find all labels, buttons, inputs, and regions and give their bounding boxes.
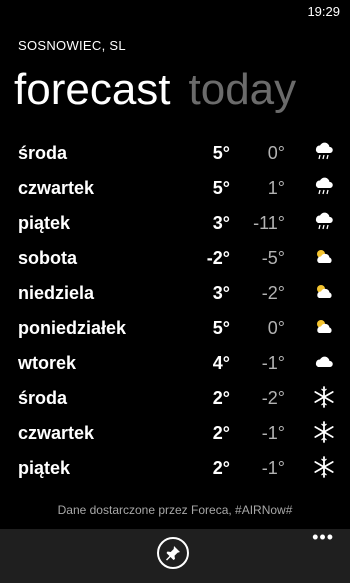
partly-cloudy-icon [317, 285, 332, 298]
rain-cloud-icon [315, 177, 333, 195]
forecast-list: środa 5° 0° czwartek 5° 1° piątek 3° -11… [0, 137, 350, 487]
day-label: sobota [18, 248, 78, 268]
day-label: środa [18, 143, 68, 163]
forecast-row: środa 2° -2° [0, 382, 350, 417]
day-label: środa [18, 388, 68, 408]
rain-cloud-icon [315, 142, 333, 160]
data-attribution: Dane dostarczone przez Foreca, #AIRNow# [57, 503, 293, 517]
forecast-row: czwartek 2° -1° [0, 417, 350, 452]
high-temp: 2° [212, 388, 230, 408]
forecast-row: środa 5° 0° [0, 137, 350, 172]
app-bar: ••• [0, 528, 350, 583]
day-label: piątek [18, 213, 71, 233]
low-temp: -1° [261, 458, 285, 478]
snowflake-icon [314, 386, 334, 408]
day-label: czwartek [18, 178, 95, 198]
high-temp: 3° [212, 283, 230, 303]
snowflake-icon [314, 421, 334, 443]
pin-button[interactable] [157, 537, 189, 569]
more-options-button[interactable]: ••• [312, 528, 334, 546]
snowflake-icon [314, 456, 334, 478]
low-temp: -11° [253, 213, 285, 233]
forecast-row: niedziela 3° -2° [0, 277, 350, 312]
day-label: czwartek [18, 423, 95, 443]
pin-icon [166, 546, 180, 561]
pivot-header: forecast today [14, 62, 296, 118]
forecast-row: wtorek 4° -1° [0, 347, 350, 382]
low-temp: -2° [261, 388, 285, 408]
low-temp: 0° [267, 318, 285, 338]
high-temp: 2° [212, 458, 230, 478]
low-temp: -5° [261, 248, 285, 268]
forecast-row: czwartek 5° 1° [0, 172, 350, 207]
status-bar: 19:29 [0, 0, 350, 24]
forecast-row: piątek 3° -11° [0, 207, 350, 242]
tab-forecast[interactable]: forecast [14, 65, 171, 114]
low-temp: -1° [261, 353, 285, 373]
tab-today[interactable]: today [189, 65, 297, 114]
day-label: niedziela [18, 283, 95, 303]
location-label: SOSNOWIEC, SL [18, 38, 126, 53]
high-temp: 5° [212, 318, 230, 338]
forecast-row: poniedziałek 5° 0° [0, 312, 350, 347]
low-temp: 1° [267, 178, 285, 198]
partly-cloudy-icon [317, 250, 332, 263]
forecast-row: sobota -2° -5° [0, 242, 350, 277]
partly-cloudy-icon [317, 320, 332, 333]
high-temp: 3° [212, 213, 230, 233]
day-label: poniedziałek [18, 318, 127, 338]
rain-cloud-icon [315, 212, 333, 230]
low-temp: -2° [261, 283, 285, 303]
day-label: wtorek [18, 353, 77, 373]
low-temp: -1° [261, 423, 285, 443]
day-label: piątek [18, 458, 71, 478]
high-temp: 5° [212, 143, 230, 163]
high-temp: -2° [206, 248, 230, 268]
forecast-row: piątek 2° -1° [0, 452, 350, 487]
high-temp: 2° [212, 423, 230, 443]
status-clock: 19:29 [307, 4, 340, 19]
high-temp: 5° [212, 178, 230, 198]
low-temp: 0° [267, 143, 285, 163]
high-temp: 4° [212, 353, 230, 373]
cloud-icon [315, 356, 333, 367]
